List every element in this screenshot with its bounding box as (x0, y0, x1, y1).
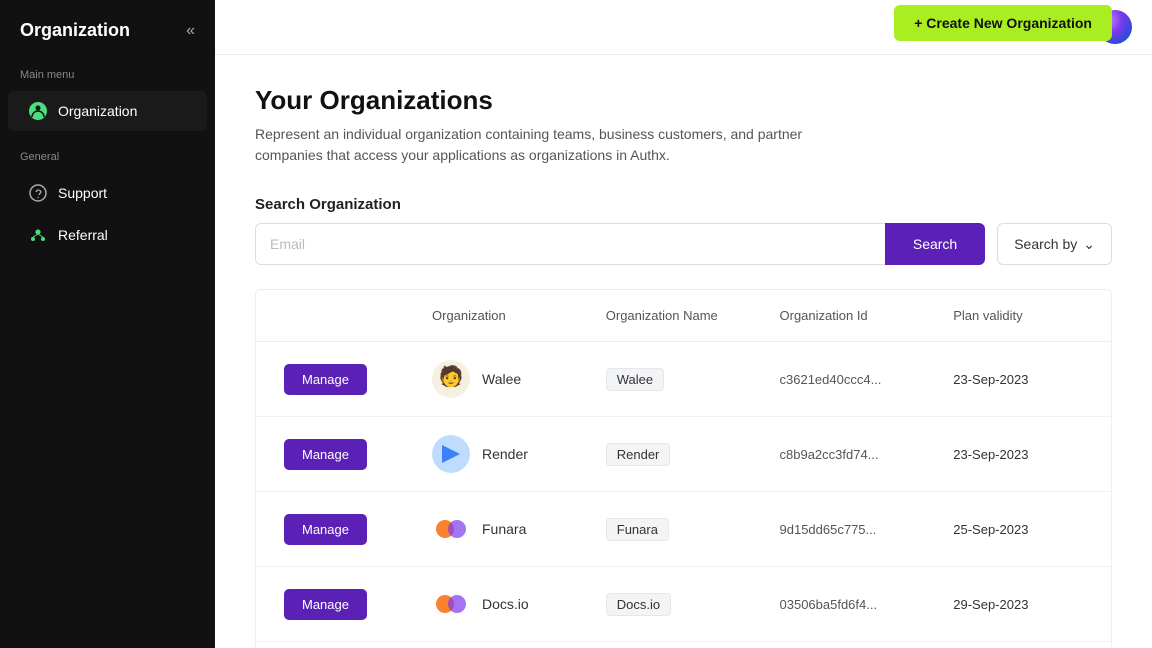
manage-button[interactable]: Manage (284, 589, 367, 620)
sidebar-title: Organization (20, 20, 130, 41)
plan-validity: 25-Sep-2023 (953, 522, 1028, 537)
manage-button[interactable]: Manage (284, 364, 367, 395)
org-icon (28, 101, 48, 121)
org-cell: 🧑 Walee (416, 352, 590, 406)
content-area: Your Organizations Represent an individu… (215, 55, 1152, 648)
plan-validity-cell: 23-Sep-2023 (937, 363, 1111, 395)
table-header: Organization Organization Name Organizat… (256, 290, 1111, 342)
table-row: Manage Starbuckss... Starbuckss... f8c99… (256, 642, 1111, 648)
sidebar-section-label-main: Main menu (0, 51, 215, 89)
org-id-cell: 03506ba5fd6f4... (764, 588, 938, 620)
referral-icon (28, 225, 48, 245)
org-name: Render (482, 446, 528, 462)
plan-validity: 23-Sep-2023 (953, 447, 1028, 462)
name-badge: Docs.io (606, 593, 671, 616)
org-name: Docs.io (482, 596, 529, 612)
col-header-organization: Organization (416, 300, 590, 331)
col-header-id: Organization Id (764, 300, 938, 331)
plan-validity-cell: 23-Sep-2023 (937, 438, 1111, 470)
sidebar-section-general: General Support (0, 133, 215, 257)
manage-cell: Manage (256, 356, 416, 403)
org-id-cell: c3621ed40ccc4... (764, 363, 938, 395)
table-row: Manage Funara Funara 9d15dd65c775... 25-… (256, 492, 1111, 567)
search-row: Search Search by ⌄ (255, 223, 1112, 265)
search-button[interactable]: Search (885, 223, 985, 265)
org-id: c3621ed40ccc4... (780, 372, 882, 387)
table-row: Manage Render Render c8b9a2cc3fd74... 23… (256, 417, 1111, 492)
search-by-chevron-icon: ⌄ (1083, 236, 1095, 253)
manage-cell: Manage (256, 581, 416, 628)
manage-cell: Manage (256, 506, 416, 553)
search-section-label: Search Organization (255, 196, 1112, 213)
name-badge-cell: Walee (590, 360, 764, 399)
collapse-button[interactable]: « (186, 22, 195, 40)
sidebar-section-main: Main menu Organization (0, 51, 215, 133)
sidebar-item-support[interactable]: Support (8, 173, 207, 213)
col-header-validity: Plan validity (937, 300, 1111, 331)
main-content: Docs moonlightnexus ⌄ Your Organizations… (215, 0, 1152, 648)
org-id-cell: c8b9a2cc3fd74... (764, 438, 938, 470)
organizations-table: Organization Organization Name Organizat… (255, 289, 1112, 648)
support-icon (28, 183, 48, 203)
sidebar-item-label-referral: Referral (58, 227, 108, 243)
sidebar-header: Organization « (0, 0, 215, 51)
search-by-label: Search by (1014, 236, 1077, 252)
org-name: Walee (482, 371, 521, 387)
org-name: Funara (482, 521, 526, 537)
org-logo: 🧑 (432, 360, 470, 398)
org-id-cell: 9d15dd65c775... (764, 513, 938, 545)
page-title: Your Organizations (255, 85, 805, 116)
search-input[interactable] (255, 223, 885, 265)
name-badge: Render (606, 443, 671, 466)
sidebar-item-referral[interactable]: Referral (8, 215, 207, 255)
sidebar: Organization « Main menu Organization Ge… (0, 0, 215, 648)
sidebar-item-label-organization: Organization (58, 103, 137, 119)
table-body: Manage 🧑 Walee Walee c3621ed40ccc4... 23… (256, 342, 1111, 648)
svg-text:🧑: 🧑 (439, 364, 464, 388)
org-id: c8b9a2cc3fd74... (780, 447, 879, 462)
name-badge-cell: Docs.io (590, 585, 764, 624)
page-description: Represent an individual organization con… (255, 124, 805, 166)
org-cell: Funara (416, 502, 590, 556)
org-cell: Docs.io (416, 577, 590, 631)
search-section: Search Organization Search Search by ⌄ (255, 196, 1112, 265)
create-new-organization-button[interactable]: + Create New Organization (894, 5, 1112, 41)
plan-validity: 29-Sep-2023 (953, 597, 1028, 612)
name-badge-cell: Funara (590, 510, 764, 549)
manage-cell: Manage (256, 431, 416, 478)
manage-button[interactable]: Manage (284, 439, 367, 470)
name-badge-cell: Render (590, 435, 764, 474)
org-logo (432, 435, 470, 473)
plan-validity-cell: 29-Sep-2023 (937, 588, 1111, 620)
sidebar-section-label-general: General (0, 133, 215, 171)
plan-validity-cell: 25-Sep-2023 (937, 513, 1111, 545)
sidebar-item-label-support: Support (58, 185, 107, 201)
table-row: Manage Docs.io Docs.io 03506ba5fd6f4... … (256, 567, 1111, 642)
org-id: 03506ba5fd6f4... (780, 597, 878, 612)
org-logo (432, 510, 470, 548)
org-logo (432, 585, 470, 623)
name-badge: Walee (606, 368, 664, 391)
manage-button[interactable]: Manage (284, 514, 367, 545)
org-id: 9d15dd65c775... (780, 522, 877, 537)
plan-validity: 23-Sep-2023 (953, 372, 1028, 387)
org-cell: Render (416, 427, 590, 481)
name-badge: Funara (606, 518, 669, 541)
col-header-name: Organization Name (590, 300, 764, 331)
sidebar-item-organization[interactable]: Organization (8, 91, 207, 131)
table-row: Manage 🧑 Walee Walee c3621ed40ccc4... 23… (256, 342, 1111, 417)
search-by-button[interactable]: Search by ⌄ (997, 223, 1112, 265)
